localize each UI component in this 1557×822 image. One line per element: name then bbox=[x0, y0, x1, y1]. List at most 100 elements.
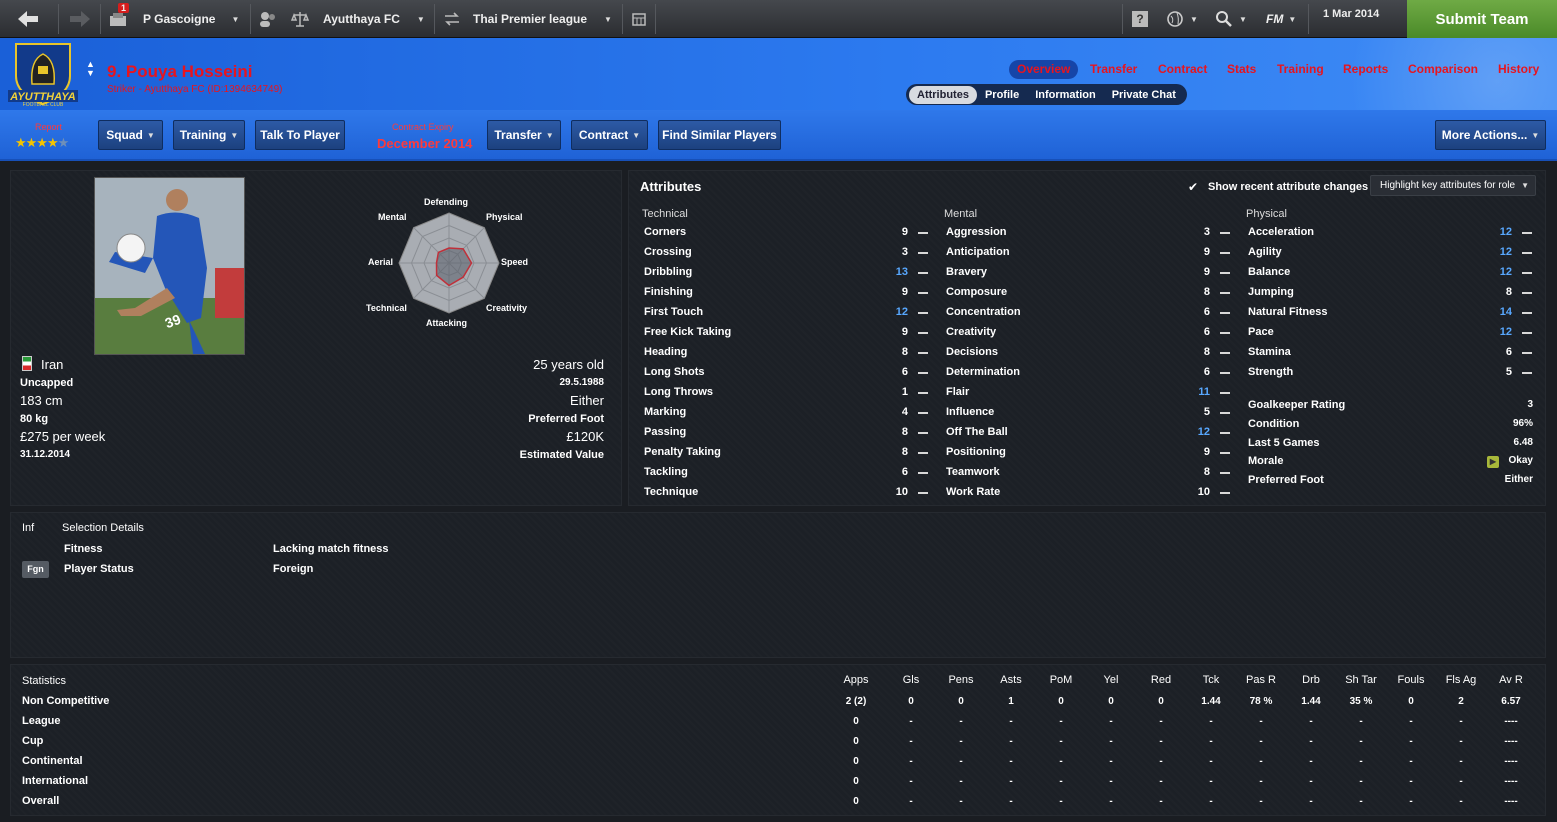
attribute-value: 12 bbox=[1499, 246, 1512, 258]
attribute-row[interactable]: Strength 5 bbox=[1244, 366, 1534, 382]
attribute-row[interactable]: Decisions 8 bbox=[942, 346, 1232, 362]
manager-menu[interactable]: P Gascoigne ▼ bbox=[143, 0, 239, 38]
stat-column-header[interactable]: Pens bbox=[936, 674, 986, 686]
stat-cell: - bbox=[959, 796, 963, 807]
inbox-button[interactable]: 1 bbox=[108, 0, 130, 38]
nationality[interactable]: Iran bbox=[41, 357, 63, 372]
stat-column-header[interactable]: Gls bbox=[886, 674, 936, 686]
stat-column-header[interactable]: Tck bbox=[1186, 674, 1236, 686]
stat-column-header[interactable]: PoM bbox=[1036, 674, 1086, 686]
attribute-row[interactable]: First Touch 12 bbox=[640, 306, 930, 322]
contract-button[interactable]: Contract ▼ bbox=[571, 120, 648, 150]
world-menu[interactable]: ▼ bbox=[1166, 0, 1198, 38]
training-button[interactable]: Training ▼ bbox=[173, 120, 245, 150]
attribute-row[interactable]: Dribbling 13 bbox=[640, 266, 930, 282]
attribute-row[interactable]: Natural Fitness 14 bbox=[1244, 306, 1534, 322]
attribute-row[interactable]: Influence 5 bbox=[942, 406, 1232, 422]
find-similar-players-button[interactable]: Find Similar Players bbox=[658, 120, 781, 150]
talk-to-player-button[interactable]: Talk To Player bbox=[255, 120, 345, 150]
attribute-row[interactable]: Anticipation 9 bbox=[942, 246, 1232, 262]
tab-stats[interactable]: Stats bbox=[1227, 62, 1256, 76]
attribute-row[interactable]: Finishing 9 bbox=[640, 286, 930, 302]
submit-team-button[interactable]: Submit Team bbox=[1407, 0, 1557, 38]
attribute-row[interactable]: Crossing 3 bbox=[640, 246, 930, 262]
stat-column-header[interactable]: Fouls bbox=[1386, 674, 1436, 686]
attribute-row[interactable]: Technique 10 bbox=[640, 486, 930, 502]
attribute-row[interactable]: Tackling 6 bbox=[640, 466, 930, 482]
stat-column-header[interactable]: Sh Tar bbox=[1336, 674, 1386, 686]
stat-column-header[interactable]: Pas R bbox=[1236, 674, 1286, 686]
attribute-row[interactable]: Positioning 9 bbox=[942, 446, 1232, 462]
subtab-private-chat[interactable]: Private Chat bbox=[1104, 86, 1184, 104]
attribute-row[interactable]: Balance 12 bbox=[1244, 266, 1534, 282]
attribute-row[interactable]: Pace 12 bbox=[1244, 326, 1534, 342]
calendar-button[interactable] bbox=[631, 0, 647, 38]
attribute-row[interactable]: Flair 11 bbox=[942, 386, 1232, 402]
back-button[interactable] bbox=[16, 0, 40, 38]
checkmark-icon[interactable]: ✔ bbox=[1188, 180, 1198, 194]
subtab-profile[interactable]: Profile bbox=[977, 86, 1027, 104]
attribute-row[interactable]: Long Shots 6 bbox=[640, 366, 930, 382]
tab-contract[interactable]: Contract bbox=[1158, 62, 1207, 76]
attribute-trend-icon bbox=[918, 312, 928, 314]
attribute-row[interactable]: Determination 6 bbox=[942, 366, 1232, 382]
report-stars[interactable]: ★★★★★ bbox=[15, 135, 69, 151]
tab-reports[interactable]: Reports bbox=[1343, 62, 1388, 76]
highlight-role-dropdown[interactable]: Highlight key attributes for role ▼ bbox=[1370, 175, 1536, 196]
attribute-row[interactable]: Stamina 6 bbox=[1244, 346, 1534, 362]
more-actions-button[interactable]: More Actions... ▼ bbox=[1435, 120, 1546, 150]
attribute-row[interactable]: Work Rate 10 bbox=[942, 486, 1232, 502]
tab-comparison[interactable]: Comparison bbox=[1408, 62, 1478, 76]
subtab-information[interactable]: Information bbox=[1027, 86, 1104, 104]
tab-training[interactable]: Training bbox=[1277, 62, 1324, 76]
stat-column-header[interactable]: Drb bbox=[1286, 674, 1336, 686]
attribute-row[interactable]: Teamwork 8 bbox=[942, 466, 1232, 482]
attribute-row[interactable]: Marking 4 bbox=[640, 406, 930, 422]
squad-button[interactable]: Squad ▼ bbox=[98, 120, 163, 150]
divider bbox=[1122, 4, 1123, 34]
attribute-row[interactable]: Concentration 6 bbox=[942, 306, 1232, 322]
show-recent-changes-toggle[interactable]: Show recent attribute changes bbox=[1208, 181, 1368, 193]
attribute-row[interactable]: Passing 8 bbox=[640, 426, 930, 442]
tab-history[interactable]: History bbox=[1498, 62, 1539, 76]
attribute-trend-icon bbox=[918, 472, 928, 474]
transfer-button[interactable]: Transfer ▼ bbox=[487, 120, 561, 150]
attribute-row[interactable]: Acceleration 12 bbox=[1244, 226, 1534, 242]
info-value: 6.48 bbox=[1513, 437, 1533, 448]
search-menu[interactable]: ▼ bbox=[1215, 0, 1247, 38]
club-logo[interactable]: AYUTTHAYA FOOTBALL CLUB bbox=[8, 40, 78, 108]
attribute-row[interactable]: Agility 12 bbox=[1244, 246, 1534, 262]
subtab-attributes[interactable]: Attributes bbox=[909, 85, 977, 104]
forward-button[interactable] bbox=[68, 0, 92, 38]
fm-menu[interactable]: FM ▼ bbox=[1266, 0, 1296, 38]
player-scroll-arrows[interactable]: ▲ ▼ bbox=[86, 60, 95, 78]
calendar-icon bbox=[632, 13, 646, 26]
attribute-row[interactable]: Composure 8 bbox=[942, 286, 1232, 302]
tab-transfer[interactable]: Transfer bbox=[1090, 62, 1137, 76]
staff-button[interactable] bbox=[258, 0, 278, 38]
attribute-row[interactable]: Penalty Taking 8 bbox=[640, 446, 930, 462]
stat-column-header[interactable]: Red bbox=[1136, 674, 1186, 686]
stat-column-header[interactable]: Av R bbox=[1486, 674, 1536, 686]
stat-column-header[interactable]: Fls Ag bbox=[1436, 674, 1486, 686]
stat-column-header[interactable]: Apps bbox=[831, 674, 881, 686]
attribute-row[interactable]: Corners 9 bbox=[640, 226, 930, 242]
attribute-row[interactable]: Bravery 9 bbox=[942, 266, 1232, 282]
attribute-row[interactable]: Aggression 3 bbox=[942, 226, 1232, 242]
help-button[interactable]: ? bbox=[1132, 0, 1148, 38]
attribute-row[interactable]: Long Throws 1 bbox=[640, 386, 930, 402]
club-menu[interactable]: Ayutthaya FC ▼ bbox=[291, 0, 425, 38]
stat-column-header[interactable]: Yel bbox=[1086, 674, 1136, 686]
stat-column-header[interactable]: Asts bbox=[986, 674, 1036, 686]
attribute-row[interactable]: Free Kick Taking 9 bbox=[640, 326, 930, 342]
attribute-row[interactable]: Heading 8 bbox=[640, 346, 930, 362]
attribute-name: Determination bbox=[946, 366, 1020, 378]
attribute-row[interactable]: Jumping 8 bbox=[1244, 286, 1534, 302]
estimated-value: £120K bbox=[566, 429, 604, 444]
attribute-row[interactable]: Creativity 6 bbox=[942, 326, 1232, 342]
competition-menu[interactable]: Thai Premier league ▼ bbox=[443, 0, 612, 38]
fm-logo: FM bbox=[1266, 12, 1284, 26]
attribute-row[interactable]: Off The Ball 12 bbox=[942, 426, 1232, 442]
tab-overview[interactable]: Overview bbox=[1017, 62, 1070, 76]
down-arrow-icon[interactable]: ▼ bbox=[86, 69, 95, 78]
